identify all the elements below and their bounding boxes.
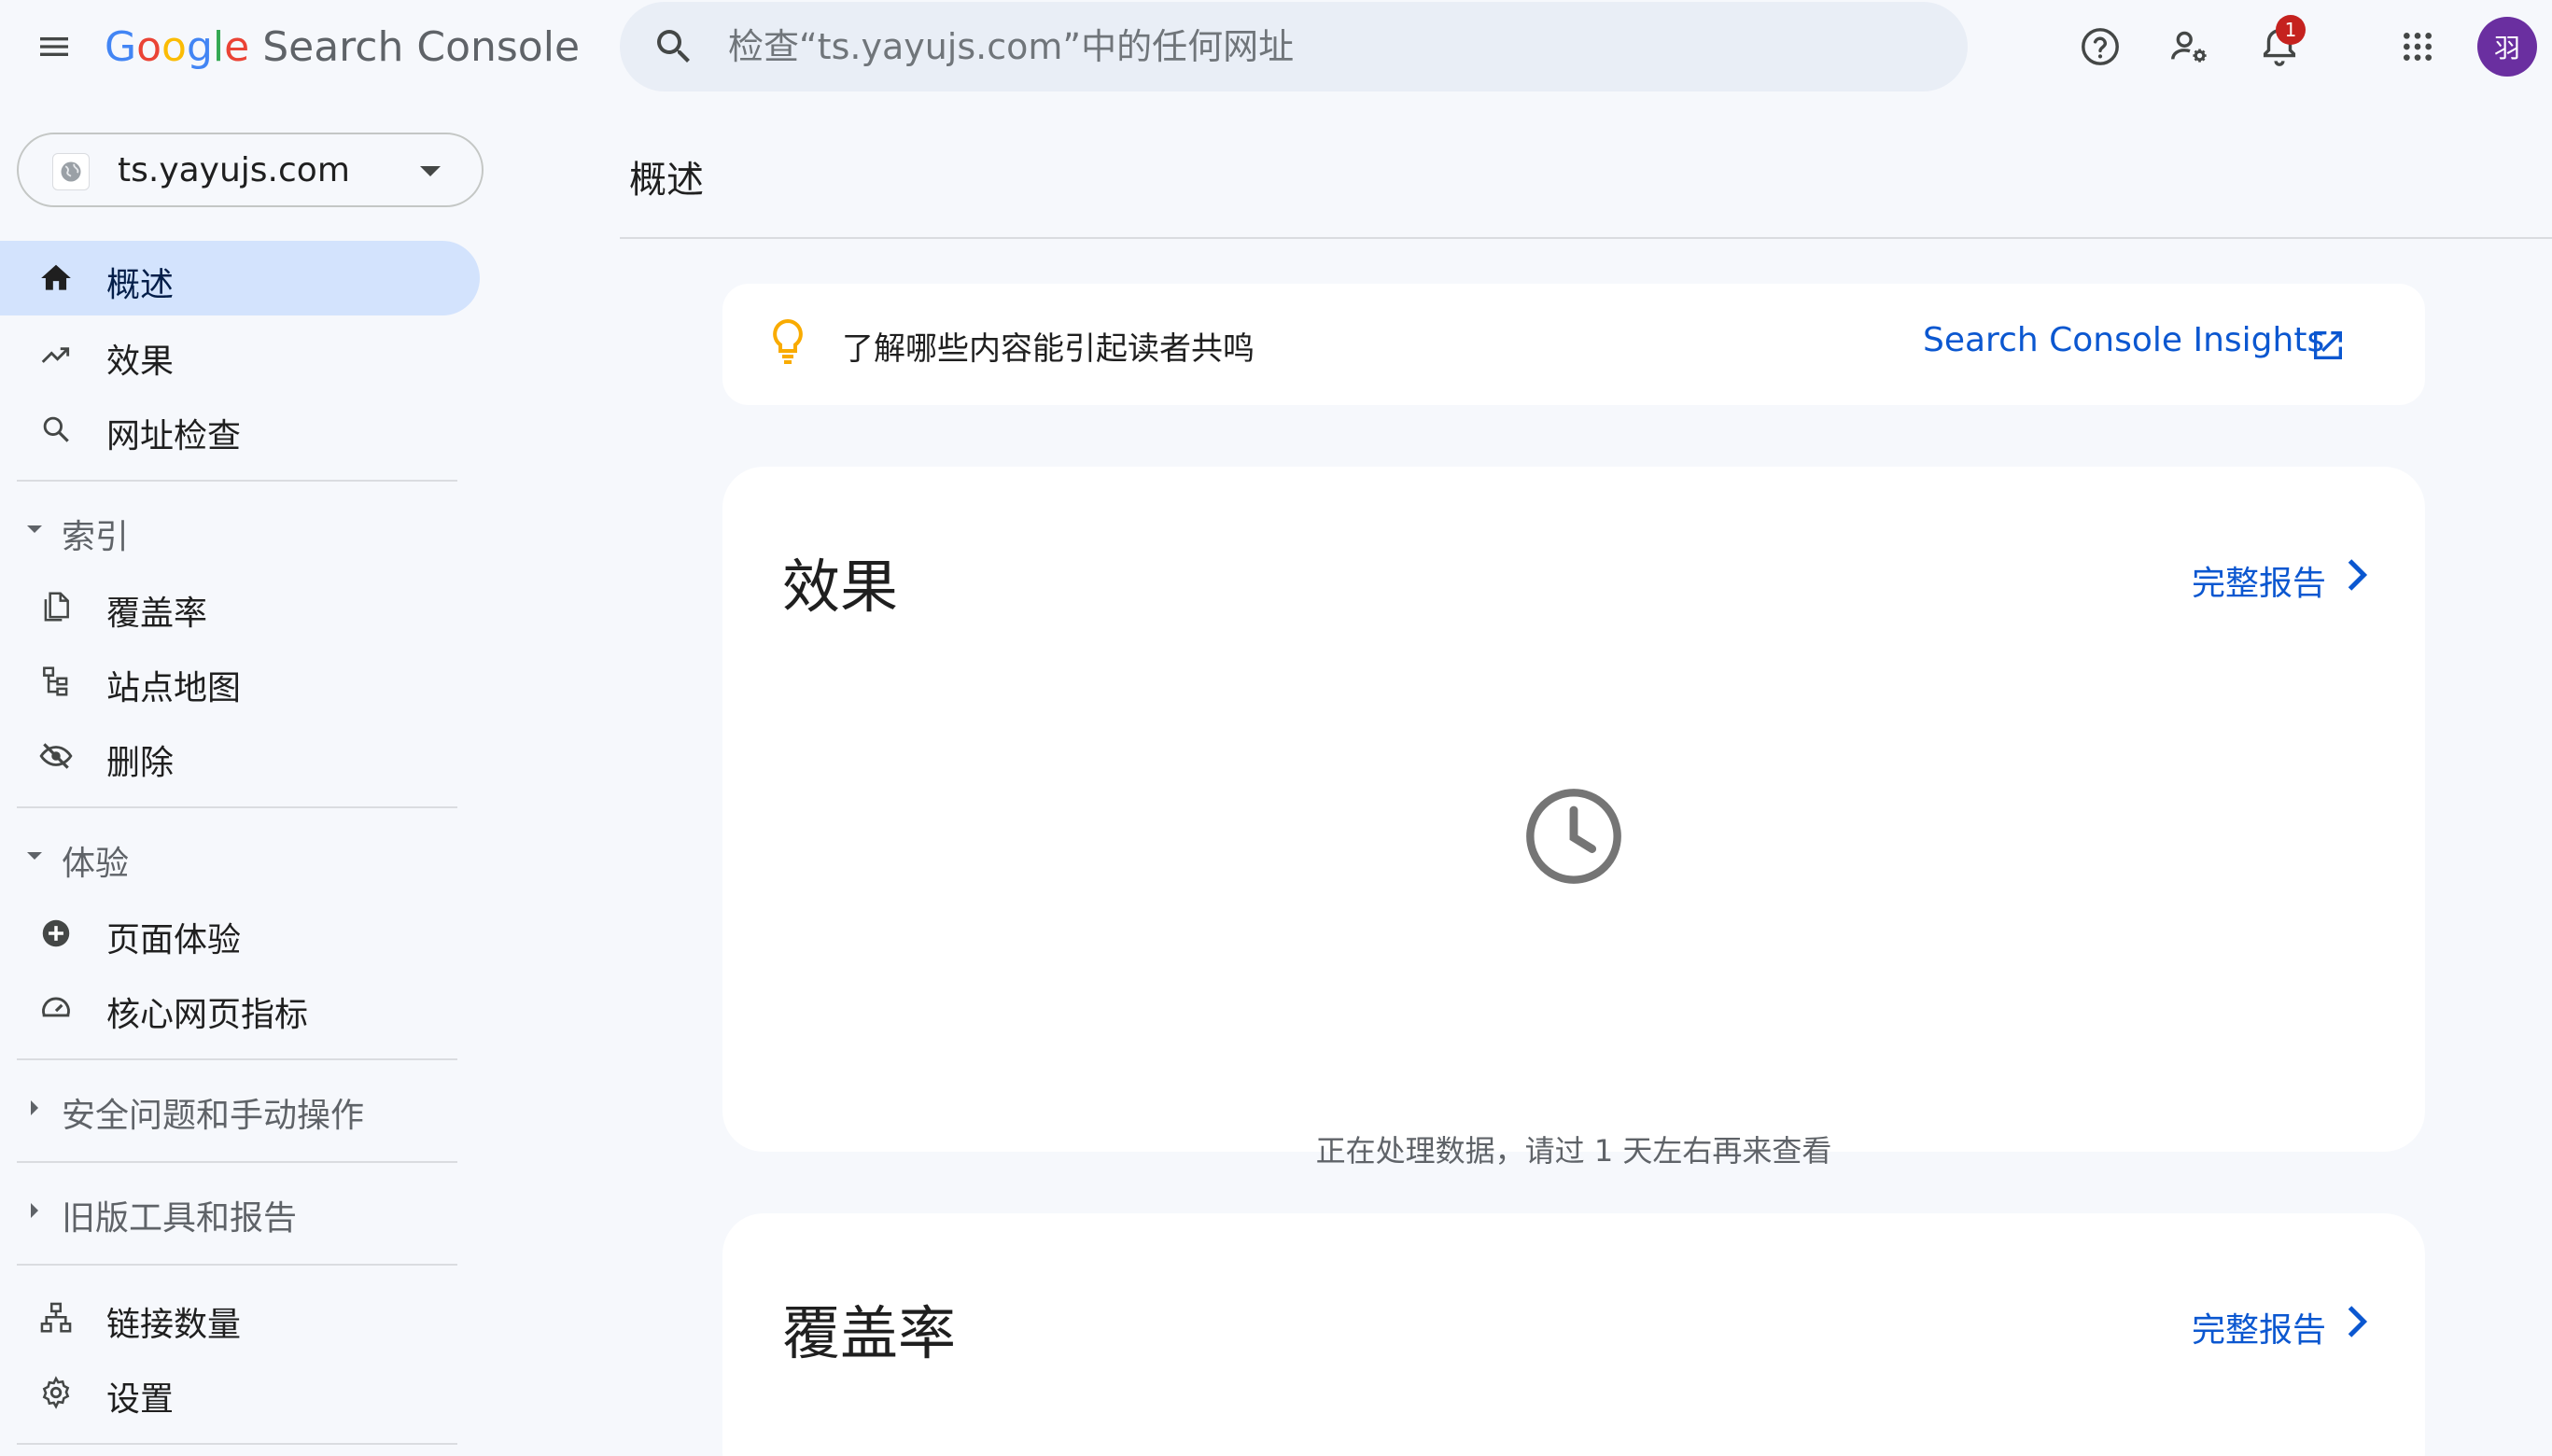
add-circle-icon bbox=[37, 915, 75, 952]
person-gear-icon bbox=[2171, 31, 2207, 63]
apps-grid-icon bbox=[2404, 33, 2432, 61]
sidebar-divider bbox=[17, 1058, 457, 1060]
nav-item-performance[interactable]: 效果 bbox=[0, 317, 480, 392]
lightbulb-icon bbox=[773, 318, 803, 364]
property-name: ts.yayujs.com bbox=[118, 151, 350, 189]
nav-label: 设置 bbox=[106, 1380, 175, 1419]
nav-label: 效果 bbox=[106, 343, 175, 381]
coverage-card: 覆盖率 完整报告 bbox=[722, 1213, 2425, 1456]
nav-item-url-inspection[interactable]: 网址检查 bbox=[0, 392, 480, 467]
coverage-full-report-link[interactable]: 完整报告 bbox=[2192, 1303, 2326, 1351]
chevron-right-icon[interactable] bbox=[2343, 1303, 2371, 1340]
top-app-bar: Google Search Console 1 羽 bbox=[0, 0, 2552, 93]
chevron-right-icon[interactable] bbox=[2343, 556, 2371, 594]
page-title: 概述 bbox=[629, 159, 704, 202]
url-inspection-search-bar[interactable] bbox=[620, 2, 1968, 91]
performance-card: 效果 完整报告 正在处理数据，请过 1 天左右再来查看 bbox=[722, 467, 2425, 1169]
logo-letter: o bbox=[136, 22, 162, 71]
clock-icon bbox=[1526, 789, 1621, 884]
logo-letter: o bbox=[161, 22, 187, 71]
main-menu-button[interactable] bbox=[28, 21, 80, 73]
notification-count-badge: 1 bbox=[2276, 15, 2306, 45]
account-avatar[interactable]: 羽 bbox=[2477, 17, 2537, 77]
logo-letter: e bbox=[224, 22, 250, 71]
performance-full-report-link[interactable]: 完整报告 bbox=[2192, 556, 2326, 605]
menu-icon bbox=[40, 37, 68, 56]
section-label: 安全问题和手动操作 bbox=[62, 1097, 365, 1135]
sitemap-icon bbox=[37, 663, 75, 700]
logo-letter: G bbox=[105, 22, 137, 71]
trending-up-icon bbox=[37, 336, 75, 373]
section-label: 索引 bbox=[62, 518, 130, 556]
collapse-arrow-icon bbox=[31, 1100, 38, 1115]
links-tree-icon bbox=[37, 1299, 75, 1337]
nav-item-sitemaps[interactable]: 站点地图 bbox=[0, 644, 480, 719]
logo-letter: l bbox=[212, 22, 225, 71]
nav-item-removals[interactable]: 删除 bbox=[0, 719, 480, 793]
card-title: 效果 bbox=[782, 553, 899, 621]
help-button[interactable] bbox=[2076, 22, 2124, 71]
dropdown-arrow-icon bbox=[420, 166, 441, 176]
search-icon[interactable] bbox=[652, 24, 696, 69]
sidebar-divider bbox=[17, 1443, 457, 1445]
collapse-arrow-icon bbox=[31, 1203, 38, 1218]
google-search-console-logo[interactable]: Google Search Console bbox=[105, 21, 580, 73]
visibility-off-icon bbox=[37, 737, 75, 775]
card-title: 覆盖率 bbox=[782, 1299, 957, 1367]
nav-label: 站点地图 bbox=[106, 669, 242, 707]
expand-arrow-icon bbox=[27, 852, 42, 860]
sidebar-divider bbox=[17, 1161, 457, 1163]
insights-banner: 了解哪些内容能引起读者共鸣 Search Console Insights bbox=[722, 284, 2425, 405]
nav-label: 链接数量 bbox=[106, 1306, 242, 1344]
processing-message: 正在处理数据，请过 1 天左右再来查看 bbox=[1315, 1133, 1832, 1169]
section-header-experience[interactable]: 体验 bbox=[0, 823, 480, 889]
nav-item-coverage[interactable]: 覆盖率 bbox=[0, 569, 480, 644]
open-in-new-icon[interactable] bbox=[2309, 327, 2347, 364]
home-icon bbox=[37, 259, 75, 297]
nav-label: 删除 bbox=[106, 744, 175, 782]
nav-item-core-web-vitals[interactable]: 核心网页指标 bbox=[0, 971, 480, 1045]
section-header-legacy[interactable]: 旧版工具和报告 bbox=[0, 1178, 480, 1243]
gear-icon bbox=[37, 1374, 75, 1411]
section-label: 旧版工具和报告 bbox=[62, 1199, 298, 1238]
copy-pages-icon bbox=[37, 588, 75, 625]
sidebar-divider bbox=[17, 806, 457, 808]
nav-label: 概述 bbox=[106, 266, 175, 304]
section-header-index[interactable]: 索引 bbox=[0, 497, 480, 562]
speed-gauge-icon bbox=[37, 989, 75, 1027]
search-icon bbox=[37, 411, 75, 448]
nav-item-links[interactable]: 链接数量 bbox=[0, 1281, 480, 1355]
nav-item-page-experience[interactable]: 页面体验 bbox=[0, 896, 480, 971]
nav-label: 网址检查 bbox=[106, 417, 242, 455]
section-header-security[interactable]: 安全问题和手动操作 bbox=[0, 1075, 480, 1141]
search-console-insights-link[interactable]: Search Console Insights bbox=[1923, 321, 2324, 359]
section-label: 体验 bbox=[62, 845, 130, 883]
nav-label: 覆盖率 bbox=[106, 595, 208, 633]
nav-label: 核心网页指标 bbox=[106, 996, 309, 1034]
logo-letter: g bbox=[186, 22, 213, 71]
title-divider bbox=[620, 237, 2552, 239]
help-icon bbox=[2082, 28, 2119, 65]
google-apps-button[interactable] bbox=[2393, 22, 2442, 71]
insights-text: 了解哪些内容能引起读者共鸣 bbox=[842, 330, 1255, 368]
sidebar-divider bbox=[17, 1264, 457, 1266]
sidebar-divider bbox=[17, 480, 457, 482]
property-selector[interactable]: ts.yayujs.com bbox=[17, 133, 484, 207]
expand-arrow-icon bbox=[27, 525, 42, 533]
property-globe-icon bbox=[52, 153, 90, 190]
nav-item-overview[interactable]: 概述 bbox=[0, 241, 480, 315]
nav-label: 页面体验 bbox=[106, 921, 242, 959]
users-permissions-button[interactable] bbox=[2166, 22, 2214, 71]
nav-item-settings[interactable]: 设置 bbox=[0, 1355, 480, 1430]
product-name: Search Console bbox=[262, 22, 581, 71]
search-input[interactable] bbox=[728, 19, 1923, 75]
